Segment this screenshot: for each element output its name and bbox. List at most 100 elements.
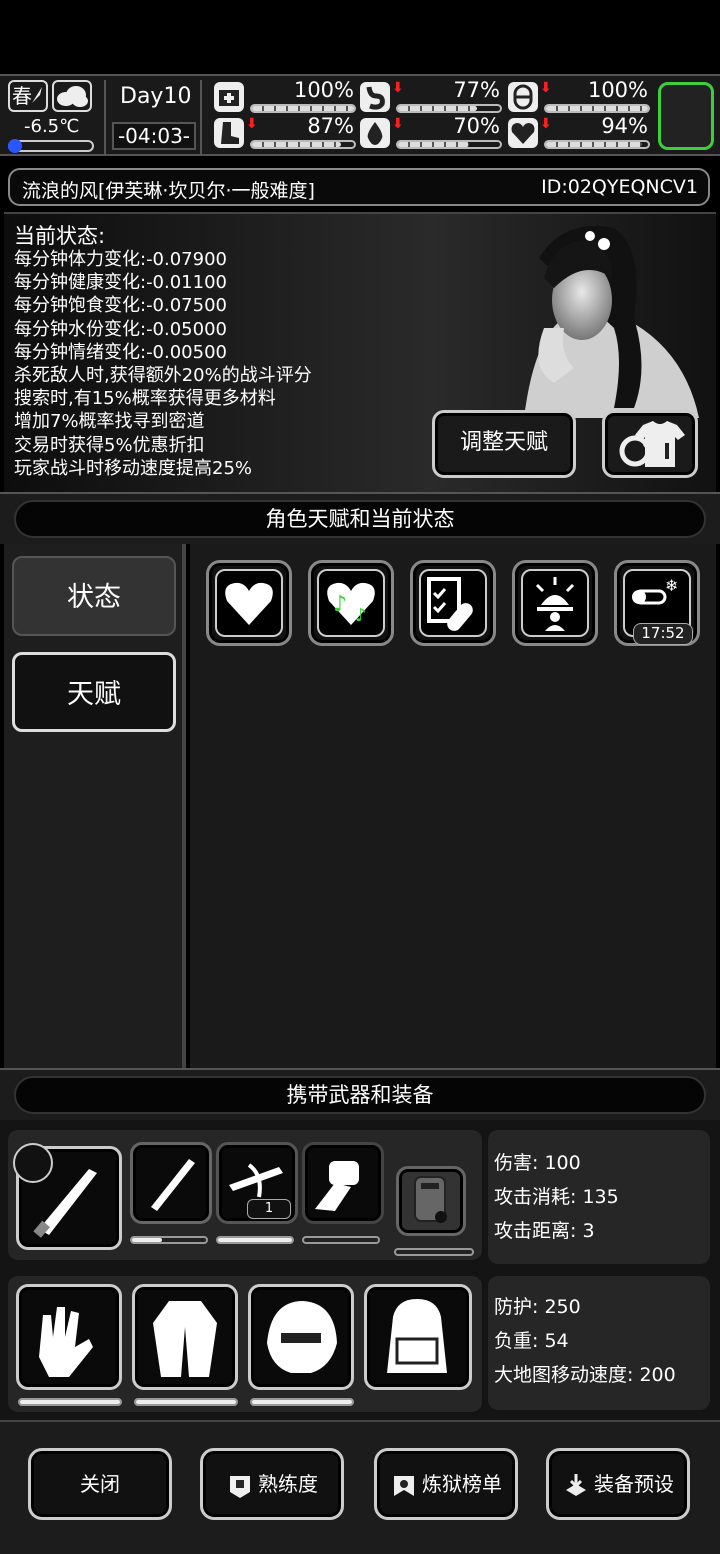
down-arrow-icon: ⬇ bbox=[392, 116, 404, 132]
character-id: ID:02QYEQNCV1 bbox=[541, 176, 698, 198]
status-effect-music[interactable]: ♪ ♪ bbox=[308, 560, 394, 646]
change-outfit-button[interactable] bbox=[602, 410, 698, 478]
state-lines: 每分钟体力变化:-0.07900 每分钟健康变化:-0.01100 每分钟饱食变… bbox=[14, 248, 312, 480]
current-state-title: 当前状态: bbox=[14, 224, 106, 248]
down-arrow-icon: ⬇ bbox=[540, 116, 552, 132]
character-name: 流浪的风[伊芙琳·坎贝尔·一般难度] bbox=[22, 180, 315, 202]
status-effect-health[interactable] bbox=[206, 560, 292, 646]
gloves-icon bbox=[39, 1307, 93, 1377]
state-line: 搜索时,有15%概率获得更多材料 bbox=[14, 388, 276, 410]
defense-stat: 防护: 250 bbox=[494, 1296, 581, 1318]
proficiency-button[interactable]: 熟练度 bbox=[200, 1448, 344, 1520]
stomach-bar bbox=[396, 104, 502, 113]
tab-state[interactable]: 状态 bbox=[12, 556, 176, 636]
helmet-durability bbox=[250, 1398, 354, 1406]
state-line: 交易时获得5%优惠折扣 bbox=[14, 434, 205, 456]
banner-icon bbox=[394, 1475, 414, 1496]
day-time-box: Day10 -04:03- bbox=[104, 80, 202, 154]
attack-range-stat: 攻击距离: 3 bbox=[494, 1220, 595, 1242]
clock: -04:03- bbox=[112, 122, 196, 150]
cloud-icon bbox=[52, 80, 92, 112]
water-stat[interactable]: ⬇ 70% bbox=[360, 114, 502, 150]
pill-icon bbox=[508, 82, 538, 112]
season-badge: 春 bbox=[8, 80, 48, 112]
proficiency-label: 熟练度 bbox=[258, 1472, 318, 1496]
status-effect-medicine[interactable] bbox=[410, 560, 496, 646]
fist-durability bbox=[302, 1236, 380, 1244]
state-line: 每分钟情绪变化:-0.00500 bbox=[14, 341, 227, 363]
state-line: 杀死敌人时,获得额外20%的战斗评分 bbox=[14, 365, 312, 387]
water-bar bbox=[396, 140, 502, 149]
status-effect-sun[interactable] bbox=[512, 560, 598, 646]
svg-text:♪: ♪ bbox=[355, 605, 367, 626]
feather-icon bbox=[32, 87, 42, 103]
stamina-pct: 87% bbox=[307, 114, 354, 138]
down-arrow-icon: ⬇ bbox=[540, 80, 552, 96]
status-effect-cold[interactable]: ❄ 17:52 bbox=[614, 560, 700, 646]
shirt-swap-icon bbox=[619, 421, 685, 467]
heart-icon bbox=[225, 582, 273, 625]
down-arrow-icon: ⬇ bbox=[392, 80, 404, 96]
pill-bar bbox=[544, 104, 650, 113]
helmet-icon bbox=[267, 1301, 337, 1373]
boot-icon bbox=[214, 118, 244, 148]
state-line: 每分钟饱食变化:-0.07500 bbox=[14, 295, 227, 317]
stamina-bar bbox=[250, 140, 356, 149]
secondary-durability bbox=[130, 1236, 208, 1244]
heart-icon bbox=[508, 118, 538, 148]
clipboard-pill-icon bbox=[427, 577, 473, 631]
equipment-preset-button[interactable]: 装备预设 bbox=[546, 1448, 690, 1520]
damage-stat: 伤害: 100 bbox=[494, 1152, 581, 1174]
stomach-pct: 77% bbox=[453, 78, 500, 102]
health-pct: 100% bbox=[293, 78, 354, 102]
effect-timer: 17:52 bbox=[633, 623, 693, 645]
pill-stat[interactable]: ⬇ 100% bbox=[508, 78, 650, 114]
tab-talent[interactable]: 天赋 bbox=[12, 652, 176, 732]
shield-slot[interactable] bbox=[396, 1166, 466, 1236]
character-name-bar: 流浪的风[伊芙琳·坎贝尔·一般难度] ID:02QYEQNCV1 bbox=[8, 168, 710, 206]
health-stat[interactable]: 100% bbox=[214, 78, 356, 114]
svg-text:♪: ♪ bbox=[333, 592, 347, 617]
shield-durability bbox=[394, 1248, 474, 1256]
ranged-weapon-slot[interactable]: 1 bbox=[216, 1142, 298, 1224]
medkit-icon bbox=[214, 82, 244, 112]
temperature: -6.5℃ bbox=[24, 116, 80, 137]
equipment-section-header: 携带武器和装备 bbox=[0, 1068, 720, 1120]
ranged-durability bbox=[216, 1236, 294, 1244]
tab-column: 状态 天赋 bbox=[4, 544, 186, 1068]
adjust-talent-button[interactable]: 调整天赋 bbox=[432, 410, 576, 478]
pill-pct: 100% bbox=[587, 78, 648, 102]
state-line: 增加7%概率找寻到密道 bbox=[14, 411, 205, 433]
fist-slot[interactable] bbox=[302, 1142, 384, 1224]
backpack-slot[interactable] bbox=[364, 1284, 472, 1390]
state-line: 每分钟体力变化:-0.07900 bbox=[14, 249, 227, 270]
riot-shield-icon bbox=[414, 1176, 447, 1223]
ammo-count: 1 bbox=[247, 1199, 291, 1219]
equipment-panel: 1 伤害: 100 攻击消耗: 135 攻击距离: 3 防护: 250 负重: … bbox=[0, 1120, 720, 1420]
quick-slot[interactable] bbox=[658, 82, 714, 150]
stamina-stat[interactable]: ⬇ 87% bbox=[214, 114, 356, 150]
map-speed-stat: 大地图移动速度: 200 bbox=[494, 1364, 676, 1386]
close-button[interactable]: 关闭 bbox=[28, 1448, 172, 1520]
stomach-stat[interactable]: ⬇ 77% bbox=[360, 78, 502, 114]
stomach-icon bbox=[360, 82, 390, 112]
attack-cost-stat: 攻击消耗: 135 bbox=[494, 1186, 619, 1208]
sunrise-person-icon bbox=[535, 577, 575, 631]
ranking-label: 炼狱榜单 bbox=[422, 1472, 502, 1496]
ranking-button[interactable]: 炼狱榜单 bbox=[374, 1448, 518, 1520]
secondary-weapon-slot[interactable] bbox=[130, 1142, 212, 1224]
coat-slot[interactable] bbox=[132, 1284, 238, 1390]
weapon-info: 伤害: 100 攻击消耗: 135 攻击距离: 3 bbox=[488, 1130, 710, 1264]
equipment-section-title: 携带武器和装备 bbox=[14, 1076, 706, 1114]
melee-weapon-slot[interactable] bbox=[13, 1143, 122, 1250]
status-bar: 春 -6.5℃ Day10 -04:03- 100% ⬇ 77% ⬇ 100% … bbox=[0, 74, 720, 156]
svg-text:❄: ❄ bbox=[665, 576, 678, 595]
helmet-slot[interactable] bbox=[248, 1284, 354, 1390]
talent-section-title: 角色天赋和当前状态 bbox=[14, 500, 706, 538]
gloves-slot[interactable] bbox=[16, 1284, 122, 1390]
equipped-marker-icon bbox=[13, 1143, 53, 1183]
weight-stat: 负重: 54 bbox=[494, 1330, 569, 1352]
mood-stat[interactable]: ⬇ 94% bbox=[508, 114, 650, 150]
coat-icon bbox=[153, 1301, 217, 1377]
mood-pct: 94% bbox=[601, 114, 648, 138]
